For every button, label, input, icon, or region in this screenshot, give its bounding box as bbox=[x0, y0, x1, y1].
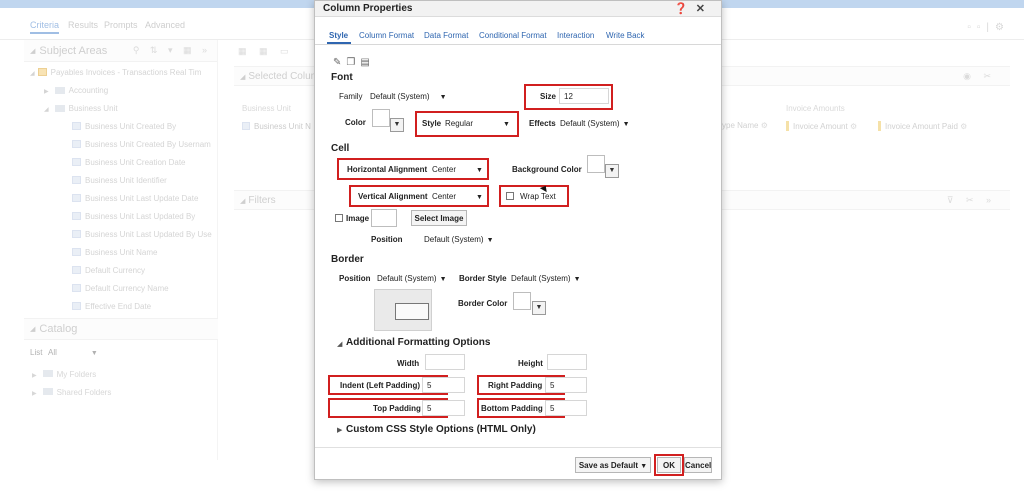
additional-options-header: Additional Formatting Options bbox=[346, 337, 491, 348]
tab-conditional-format[interactable]: Conditional Format bbox=[479, 31, 547, 40]
border-preview[interactable] bbox=[374, 289, 432, 331]
active-tab-underline bbox=[327, 42, 351, 44]
image-label: Image bbox=[346, 214, 370, 223]
custom-css-header: Custom CSS Style Options (HTML Only) bbox=[346, 424, 536, 435]
wrap-text-checkbox[interactable] bbox=[506, 192, 514, 200]
tab-data-format[interactable]: Data Format bbox=[424, 31, 468, 40]
horizontal-alignment-select[interactable]: Center ▼ bbox=[432, 165, 483, 174]
custom-css-expand-icon[interactable]: ▶ bbox=[337, 426, 342, 434]
dialog-title-bar: Column Properties ❓✕ bbox=[315, 1, 721, 17]
background-color-dropdown[interactable]: ▼ bbox=[605, 164, 619, 178]
additional-options-collapse-icon[interactable]: ◢ bbox=[337, 340, 342, 348]
indent-input[interactable]: 5 bbox=[422, 377, 465, 393]
family-label: Family bbox=[339, 92, 363, 101]
right-padding-input[interactable]: 5 bbox=[545, 377, 587, 393]
paste-icon[interactable]: ▤ bbox=[360, 57, 374, 68]
image-checkbox[interactable] bbox=[335, 214, 343, 222]
style-tool-icons: ✎❐▤ bbox=[333, 57, 375, 68]
border-section-header: Border bbox=[331, 254, 364, 265]
font-color-swatch[interactable] bbox=[372, 109, 390, 127]
dialog-title: Column Properties bbox=[323, 3, 413, 14]
tab-write-back[interactable]: Write Back bbox=[606, 31, 645, 40]
vertical-alignment-select[interactable]: Center ▼ bbox=[432, 192, 483, 201]
size-label: Size bbox=[540, 92, 557, 101]
border-preview-cell bbox=[395, 303, 429, 320]
horizontal-alignment-label: Horizontal Alignment bbox=[347, 165, 428, 174]
bottom-padding-label: Bottom Padding bbox=[481, 404, 543, 413]
position-label: Position bbox=[371, 235, 403, 244]
ok-button[interactable]: OK bbox=[657, 457, 681, 473]
background-color-label: Background Color bbox=[512, 165, 582, 174]
border-color-dropdown[interactable]: ▼ bbox=[532, 301, 546, 315]
image-position-select[interactable]: Default (System) ▼ bbox=[424, 235, 494, 244]
bottom-padding-input[interactable]: 5 bbox=[545, 400, 587, 416]
cancel-button[interactable]: Cancel bbox=[684, 457, 712, 473]
effects-select[interactable]: Default (System) ▼ bbox=[560, 119, 630, 128]
family-select[interactable]: Default (System) ▼ bbox=[370, 92, 447, 101]
border-color-label: Border Color bbox=[458, 299, 508, 308]
column-properties-dialog: Column Properties ❓✕ Style Column Format… bbox=[314, 0, 722, 480]
tab-column-format[interactable]: Column Format bbox=[359, 31, 414, 40]
border-style-label: Border Style bbox=[459, 274, 507, 283]
font-color-dropdown[interactable]: ▼ bbox=[390, 118, 404, 132]
indent-label: Indent (Left Padding) bbox=[340, 381, 420, 390]
dialog-footer-divider bbox=[315, 447, 721, 448]
background-color-swatch[interactable] bbox=[587, 155, 605, 173]
height-label: Height bbox=[518, 359, 543, 368]
height-input[interactable] bbox=[547, 354, 587, 370]
cell-section-header: Cell bbox=[331, 143, 350, 154]
save-as-default-button[interactable]: Save as Default ▼ bbox=[575, 457, 651, 473]
width-label: Width bbox=[397, 359, 420, 368]
right-padding-label: Right Padding bbox=[488, 381, 543, 390]
image-preview-box bbox=[371, 209, 397, 227]
vertical-alignment-label: Vertical Alignment bbox=[358, 192, 428, 201]
top-padding-label: Top Padding bbox=[373, 404, 421, 413]
font-section-header: Font bbox=[331, 72, 353, 83]
border-position-label: Position bbox=[339, 274, 371, 283]
close-icon[interactable]: ✕ bbox=[696, 3, 713, 15]
edit-icon[interactable]: ✎ bbox=[333, 57, 346, 68]
dialog-tabs: Style Column Format Data Format Conditio… bbox=[315, 27, 721, 45]
tab-style[interactable]: Style bbox=[329, 31, 348, 40]
size-input[interactable]: 12 bbox=[559, 88, 609, 104]
width-input[interactable] bbox=[425, 354, 465, 370]
style-label: Style bbox=[422, 119, 442, 128]
top-padding-input[interactable]: 5 bbox=[422, 400, 465, 416]
border-style-select[interactable]: Default (System) ▼ bbox=[511, 274, 581, 283]
copy-icon[interactable]: ❐ bbox=[346, 57, 360, 68]
select-image-button[interactable]: Select Image bbox=[411, 210, 467, 226]
border-color-swatch[interactable] bbox=[513, 292, 531, 310]
color-label: Color bbox=[345, 118, 366, 127]
tab-interaction[interactable]: Interaction bbox=[557, 31, 594, 40]
border-position-select[interactable]: Default (System) ▼ bbox=[377, 274, 447, 283]
effects-label: Effects bbox=[529, 119, 556, 128]
style-select[interactable]: Regular ▼ bbox=[445, 119, 510, 128]
help-icon[interactable]: ❓ bbox=[674, 3, 696, 15]
wrap-text-label: Wrap Text bbox=[520, 192, 556, 201]
